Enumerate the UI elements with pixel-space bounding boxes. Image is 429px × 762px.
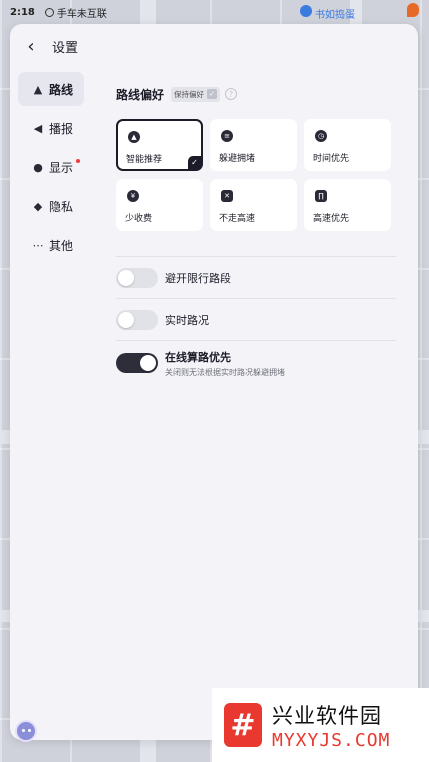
- route-option-time-first[interactable]: ◷ 时间优先: [304, 119, 391, 171]
- page-title: 设置: [52, 40, 79, 56]
- watermark-title: 兴业软件园: [272, 703, 382, 728]
- watermark: # 兴业软件园 MYXYJS.COM: [212, 688, 429, 762]
- help-icon[interactable]: ?: [225, 88, 238, 100]
- sidebar-item-privacy[interactable]: ◆ 隐私: [18, 189, 84, 223]
- sidebar-item-label: 显示: [49, 160, 74, 175]
- sidebar-item-broadcast[interactable]: ◀ 播报: [18, 111, 84, 145]
- toggle-description: 关闭则无法根据实时路况躲避拥堵: [165, 367, 285, 377]
- watermark-logo: #: [224, 703, 262, 747]
- sidebar-item-route[interactable]: ▲ 路线: [18, 72, 84, 106]
- watermark-subtitle: MYXYJS.COM: [272, 729, 391, 751]
- thumbs-up-icon: ▲: [128, 131, 140, 143]
- highway-icon: ∏: [315, 190, 327, 202]
- back-button[interactable]: ‹: [16, 31, 46, 61]
- carlink-label: 手车未互联: [56, 8, 107, 20]
- section-title: 路线偏好: [116, 87, 165, 102]
- route-options-grid: ▲ 智能推荐 ✓ ≡ 躲避拥堵 ◷ 时间优先 ¥ 少收费 ✕ 不走高速 ∏ 高速…: [116, 119, 396, 231]
- route-option-label: 智能推荐: [126, 155, 163, 165]
- checkbox-icon: ✓: [207, 89, 218, 99]
- route-settings-content: 路线偏好 保持偏好 ✓ ? ▲ 智能推荐 ✓ ≡ 躲避拥堵 ◷ 时间优先 ¥ 少…: [116, 84, 396, 385]
- settings-panel: ‹ 设置 ▲ 路线 ◀ 播报 ● 显示 ◆ 隐私 ⋯ 其他 路线偏好 保持偏好 …: [10, 24, 418, 740]
- speaker-icon: ◀: [33, 121, 43, 135]
- route-option-label: 高速优先: [313, 214, 350, 224]
- sidebar-item-other[interactable]: ⋯ 其他: [18, 228, 84, 262]
- sidebar-item-label: 播报: [49, 121, 74, 136]
- status-bar: 2:18 手车未互联 书如捣蛋: [0, 0, 429, 24]
- clock-icon: ◷: [315, 130, 327, 142]
- route-option-label: 不走高速: [219, 214, 256, 224]
- route-option-avoid-congestion[interactable]: ≡ 躲避拥堵: [210, 119, 297, 171]
- route-option-label: 少收费: [125, 214, 153, 224]
- route-option-label: 时间优先: [313, 154, 350, 164]
- carlink-icon: [44, 7, 54, 17]
- settings-sidebar: ▲ 路线 ◀ 播报 ● 显示 ◆ 隐私 ⋯ 其他: [18, 72, 84, 267]
- selected-check-icon: ✓: [188, 156, 201, 169]
- notification-badge: [76, 159, 80, 163]
- settings-header: ‹ 设置: [10, 24, 418, 68]
- sidebar-item-label: 其他: [49, 238, 74, 253]
- toggle-row-avoid-restricted: 避开限行路段: [116, 257, 396, 299]
- keep-preference-label: 保持偏好: [174, 89, 205, 99]
- voice-assistant-icon[interactable]: [15, 720, 37, 742]
- more-dots-icon: ⋯: [32, 238, 44, 252]
- sidebar-item-label: 隐私: [49, 199, 74, 214]
- no-highway-icon: ✕: [221, 190, 233, 202]
- keep-preference-toggle[interactable]: 保持偏好 ✓: [171, 86, 221, 102]
- navigate-arrow-icon: ▲: [33, 82, 43, 96]
- toggle-label: 避开限行路段: [165, 271, 231, 285]
- avoid-restricted-switch[interactable]: [116, 267, 158, 288]
- toggle-label: 在线算路优先: [165, 350, 231, 364]
- chevron-left-icon: ‹: [27, 35, 35, 57]
- route-option-highway-first[interactable]: ∏ 高速优先: [304, 179, 391, 231]
- realtime-traffic-switch[interactable]: [116, 309, 158, 330]
- route-option-no-highway[interactable]: ✕ 不走高速: [210, 179, 297, 231]
- toggle-row-online-routing: 在线算路优先 关闭则无法根据实时路况躲避拥堵: [116, 341, 396, 385]
- sidebar-item-label: 路线: [49, 82, 74, 97]
- status-time: 2:18: [10, 6, 35, 18]
- location-marker-icon: [407, 3, 419, 17]
- location-pin-icon: ●: [33, 160, 43, 174]
- route-option-smart[interactable]: ▲ 智能推荐 ✓: [116, 119, 203, 171]
- yen-icon: ¥: [127, 190, 139, 202]
- congestion-icon: ≡: [221, 130, 233, 142]
- map-pin-icon: [300, 5, 312, 17]
- carlink-status: 手车未互联: [44, 5, 107, 20]
- shield-icon: ◆: [33, 199, 43, 213]
- route-option-label: 躲避拥堵: [219, 154, 256, 164]
- sidebar-item-display[interactable]: ● 显示: [18, 150, 84, 184]
- map-pin-label: 书如捣蛋: [315, 10, 355, 21]
- toggle-row-realtime-traffic: 实时路况: [116, 299, 396, 341]
- online-routing-switch[interactable]: [116, 353, 158, 373]
- toggle-label: 实时路况: [165, 313, 209, 327]
- route-option-low-toll[interactable]: ¥ 少收费: [116, 179, 203, 231]
- route-preference-header: 路线偏好 保持偏好 ✓ ?: [116, 84, 396, 104]
